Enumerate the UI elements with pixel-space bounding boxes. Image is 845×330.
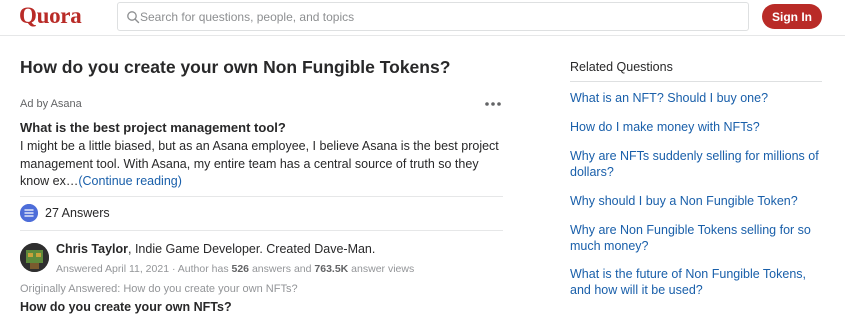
ad-body: I might be a little biased, but as an As… (20, 138, 500, 191)
top-header: Quora Sign In (0, 0, 845, 36)
question-title: How do you create your own Non Fungible … (20, 57, 451, 77)
search-icon (127, 11, 140, 24)
original-question-title[interactable]: How do you create your own NFTs? (20, 300, 232, 314)
related-question-link[interactable]: How do I make money with NFTs? (570, 119, 822, 135)
sign-in-button[interactable]: Sign In (762, 4, 822, 29)
related-question-link[interactable]: What is the future of Non Fungible Token… (570, 266, 822, 298)
search-box[interactable] (117, 2, 749, 31)
answers-icon (20, 204, 38, 222)
ad-title[interactable]: What is the best project management tool… (20, 120, 286, 135)
search-input[interactable] (140, 3, 740, 30)
avatar-image (20, 243, 49, 272)
continue-reading-link[interactable]: (Continue reading) (78, 174, 182, 188)
author-answers-count: 526 (231, 263, 250, 275)
ad-label: Ad by Asana (20, 98, 82, 110)
avatar[interactable] (20, 243, 49, 272)
related-question-link[interactable]: Why are NFTs suddenly selling for millio… (570, 148, 822, 180)
quora-logo[interactable]: Quora (19, 3, 82, 29)
answer-meta-middle: answers and (249, 263, 315, 275)
originally-answered[interactable]: Originally Answered: How do you create y… (20, 283, 298, 295)
answer-meta-suffix: answer views (348, 263, 415, 275)
answer-meta-prefix: Answered April 11, 2021 · Author has (56, 263, 232, 275)
related-question-link[interactable]: What is an NFT? Should I buy one? (570, 90, 822, 106)
author-credential: , Indie Game Developer. Created Dave-Man… (128, 242, 376, 256)
related-questions-heading: Related Questions (570, 60, 673, 74)
author-line: Chris Taylor, Indie Game Developer. Crea… (56, 242, 375, 256)
related-question-link[interactable]: Why should I buy a Non Fungible Token? (570, 193, 822, 209)
related-question-link[interactable]: Why are Non Fungible Tokens selling for … (570, 222, 822, 254)
author-name[interactable]: Chris Taylor (56, 242, 128, 256)
divider (570, 81, 822, 82)
author-views-count: 763.5K (314, 263, 349, 275)
answer-meta: Answered April 11, 2021 · Author has 526… (56, 263, 414, 275)
answers-count: 27 Answers (45, 206, 110, 220)
divider (20, 230, 503, 231)
divider (20, 196, 503, 197)
more-options-icon[interactable] (484, 100, 502, 108)
